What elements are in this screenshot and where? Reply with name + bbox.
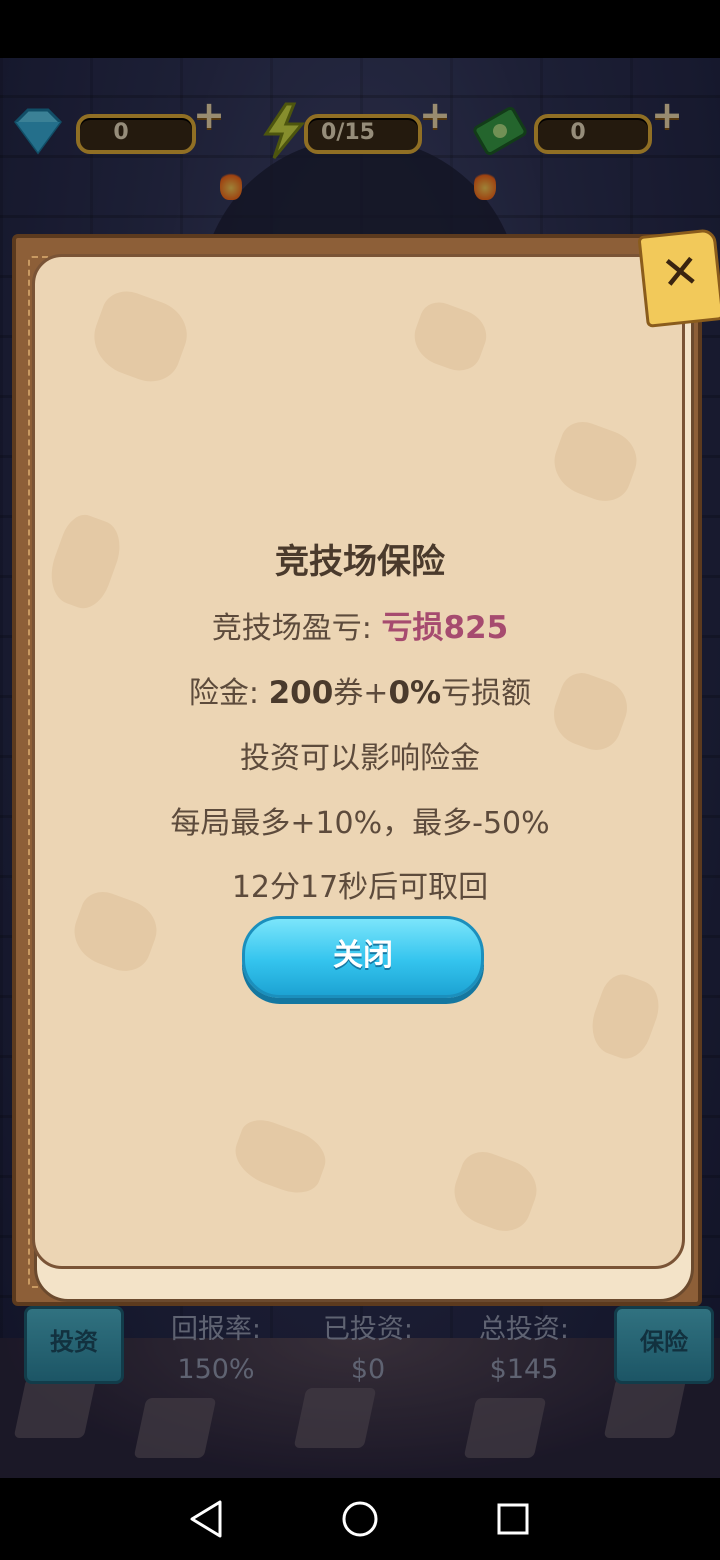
- premium-percent: 0%: [388, 675, 442, 711]
- close-icon: ✕: [658, 243, 703, 301]
- premium-label: 险金:: [188, 676, 269, 711]
- dialog-title: 竞技场保险: [275, 542, 445, 582]
- system-nav-bar: [0, 1478, 720, 1560]
- premium-unit: 券+: [333, 676, 389, 711]
- back-icon[interactable]: [182, 1496, 232, 1542]
- close-button[interactable]: ✕: [637, 228, 720, 328]
- dialog-close-button[interactable]: 关闭: [242, 916, 484, 998]
- limit-note: 每局最多+10%，最多-50%: [170, 806, 550, 841]
- arena-pnl-label: 竞技场盈亏:: [211, 611, 382, 646]
- recents-icon[interactable]: [488, 1496, 538, 1542]
- retrieve-timer: 12分17秒后可取回: [231, 870, 489, 905]
- premium-amount: 200: [268, 675, 334, 711]
- home-icon[interactable]: [335, 1496, 385, 1542]
- premium-suffix: 亏损额: [441, 676, 532, 711]
- premium-line: 险金: 200券+0%亏损额: [0, 668, 720, 712]
- invest-note: 投资可以影响险金: [240, 741, 480, 776]
- arena-pnl-value: 亏损825: [381, 610, 509, 646]
- arena-pnl-line: 竞技场盈亏: 亏损825: [0, 602, 720, 647]
